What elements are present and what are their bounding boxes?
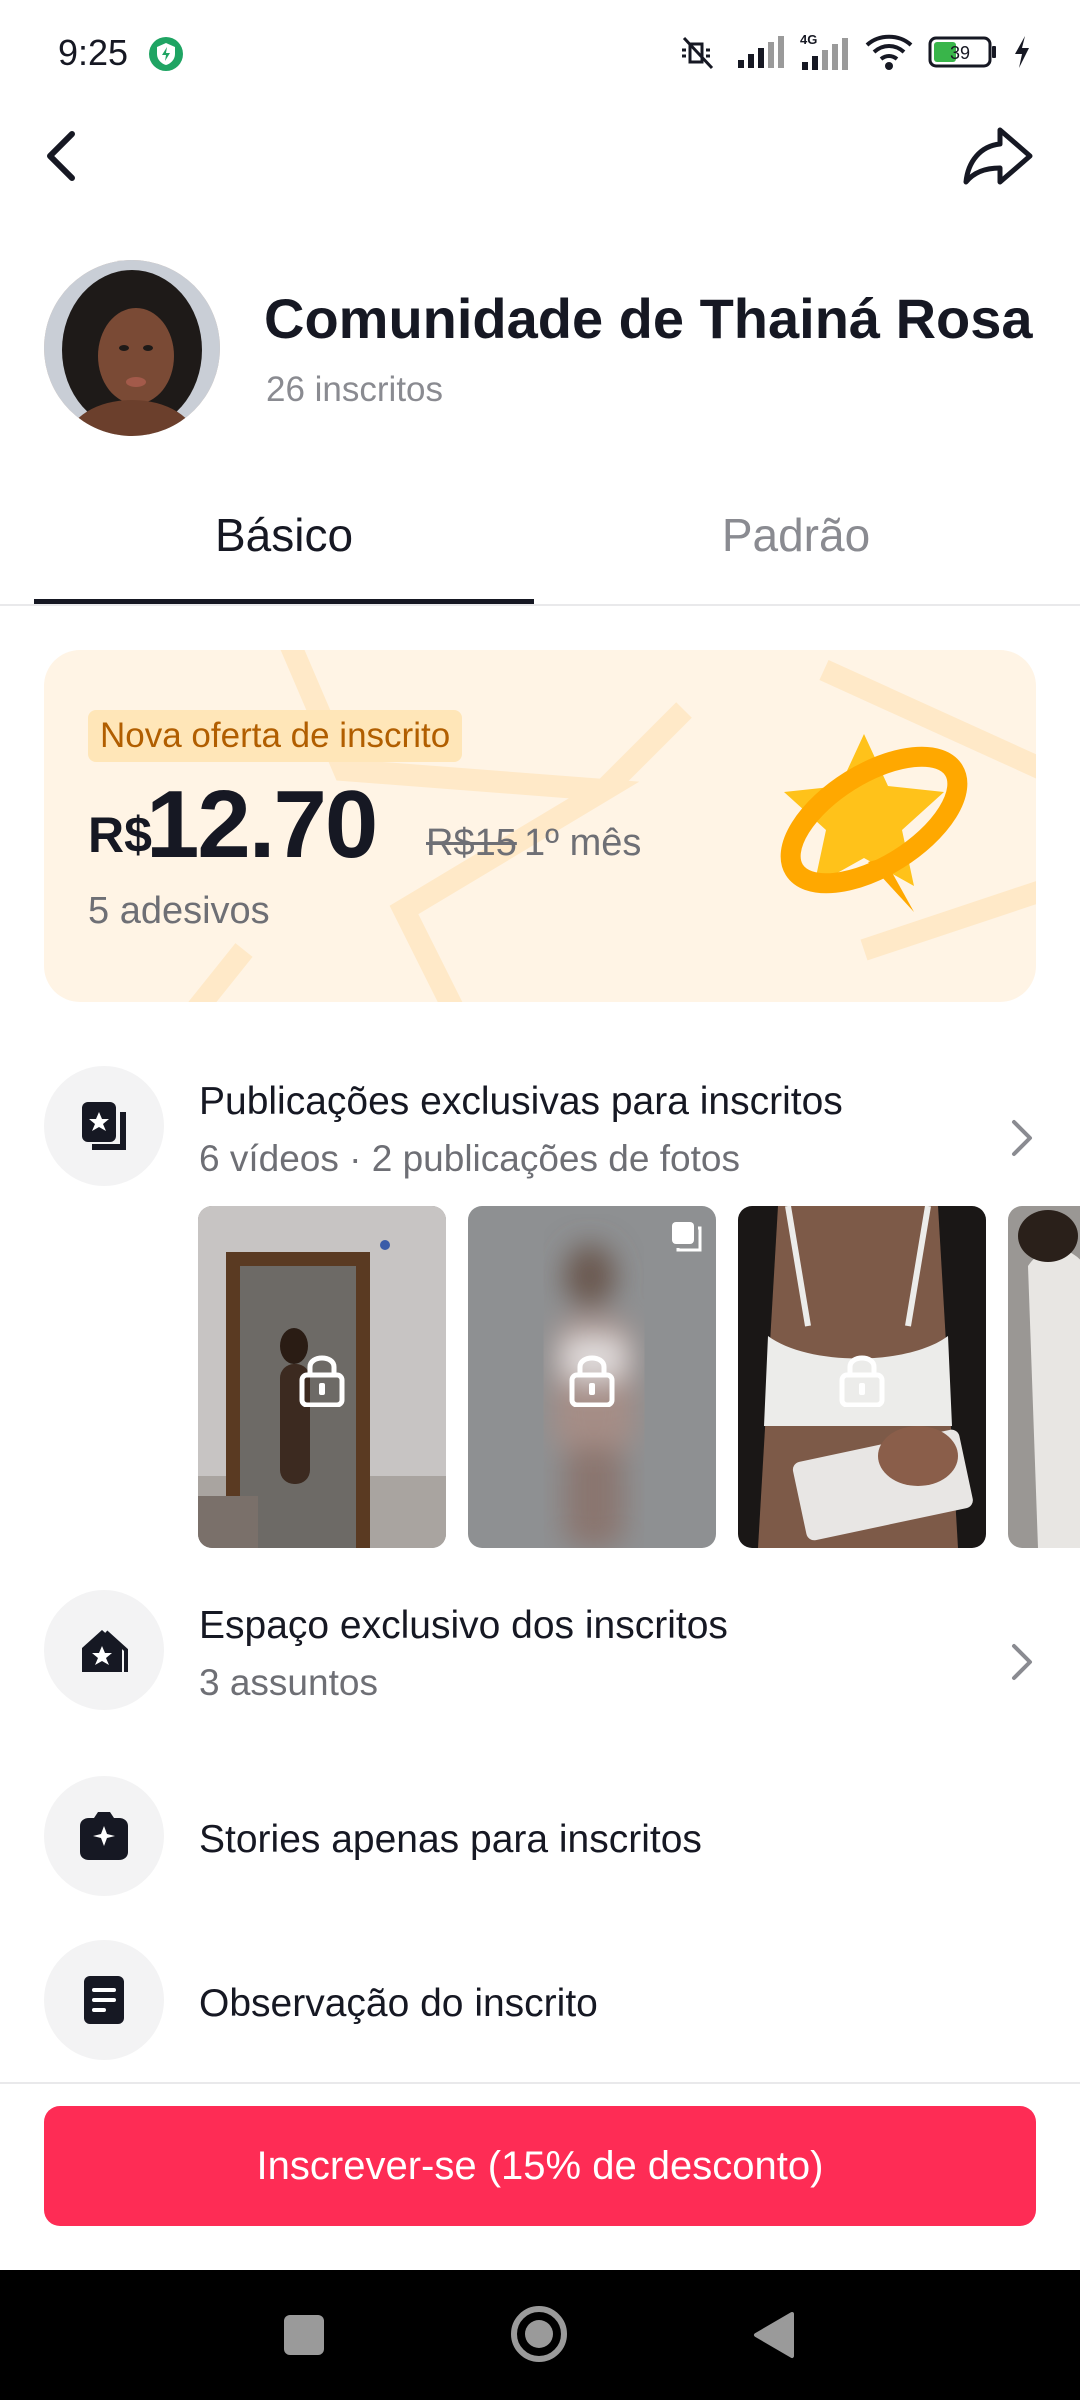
vpn-shield-icon — [149, 37, 183, 71]
tab-underline — [34, 599, 534, 604]
community-title: Comunidade de Thainá Rosa — [264, 287, 1033, 350]
status-time: 9:25 — [58, 32, 129, 73]
stories-icon-circle — [44, 1776, 164, 1896]
post-thumbnails — [198, 1206, 1080, 1548]
lock-icon — [839, 1355, 885, 1407]
locked-post-thumbnail[interactable] — [738, 1206, 986, 1548]
exclusive-space-title[interactable]: Espaço exclusivo dos inscritos — [199, 1604, 728, 1648]
price-period: 1º mês — [524, 822, 642, 864]
avatar[interactable] — [44, 260, 220, 436]
exclusive-space-subtitle: 3 assuntos — [199, 1662, 378, 1703]
chevron-right-icon[interactable] — [1008, 1116, 1036, 1160]
recents-icon[interactable] — [284, 2315, 324, 2355]
mute-icon — [682, 36, 714, 70]
tab-standard[interactable]: Padrão — [546, 508, 1046, 562]
status-icons: 4G 39 — [676, 30, 1032, 74]
nav-back-icon[interactable] — [752, 2310, 796, 2360]
locked-post-thumbnail[interactable] — [468, 1206, 716, 1548]
price-currency: R$ — [88, 807, 152, 863]
home-icon[interactable] — [511, 2306, 567, 2362]
exclusive-space-icon — [82, 1630, 128, 1672]
note-icon — [84, 1976, 124, 2024]
post-thumbnail[interactable] — [1008, 1206, 1080, 1548]
subscribe-button[interactable]: Inscrever-se (15% de desconto) — [44, 2106, 1036, 2226]
share-icon[interactable] — [960, 124, 1036, 188]
4g-signal-icon: 4G — [800, 32, 848, 70]
battery-icon: 39 — [928, 36, 996, 68]
note-title[interactable]: Observação do inscrito — [199, 1982, 598, 2026]
svg-text:39: 39 — [950, 43, 970, 63]
multi-photo-icon — [672, 1222, 702, 1252]
lock-icon — [299, 1355, 345, 1407]
exclusive-posts-title[interactable]: Publicações exclusivas para inscritos — [199, 1080, 843, 1124]
price-old: R$15 — [426, 822, 517, 864]
chevron-right-icon[interactable] — [1008, 1640, 1036, 1684]
exclusive-space-icon-circle — [44, 1590, 164, 1710]
avatar-image — [44, 260, 220, 436]
note-icon-circle — [44, 1940, 164, 2060]
offer-badge: Nova oferta de inscrito — [88, 710, 463, 762]
locked-post-thumbnail[interactable] — [198, 1206, 446, 1548]
stories-title[interactable]: Stories apenas para inscritos — [199, 1818, 702, 1862]
exclusive-posts-subtitle: 6 vídeos · 2 publicações de fotos — [199, 1138, 740, 1179]
lock-icon — [569, 1355, 615, 1407]
stories-icon — [80, 1812, 128, 1860]
offer-card: Nova oferta de inscrito R$ 12.70 R$15 1º… — [44, 650, 1036, 1002]
wifi-icon — [865, 34, 913, 70]
charging-icon — [1015, 36, 1029, 68]
system-nav-bar — [0, 2270, 1080, 2400]
signal-icon — [738, 36, 784, 68]
stickers-count: 5 adesivos — [88, 890, 270, 932]
back-icon[interactable] — [36, 120, 92, 192]
tab-basic[interactable]: Básico — [34, 508, 534, 562]
star-icon — [780, 734, 968, 912]
bottom-divider — [0, 2082, 1080, 2084]
exclusive-posts-icon — [82, 1102, 126, 1150]
price-value: 12.70 — [146, 771, 378, 878]
svg-text:4G: 4G — [800, 32, 817, 47]
plan-tabs: Básico Padrão — [0, 478, 1080, 606]
subscriber-count: 26 inscritos — [266, 370, 444, 409]
exclusive-posts-icon-circle — [44, 1066, 164, 1186]
status-bar: 9:25 4G 39 — [0, 0, 1080, 100]
